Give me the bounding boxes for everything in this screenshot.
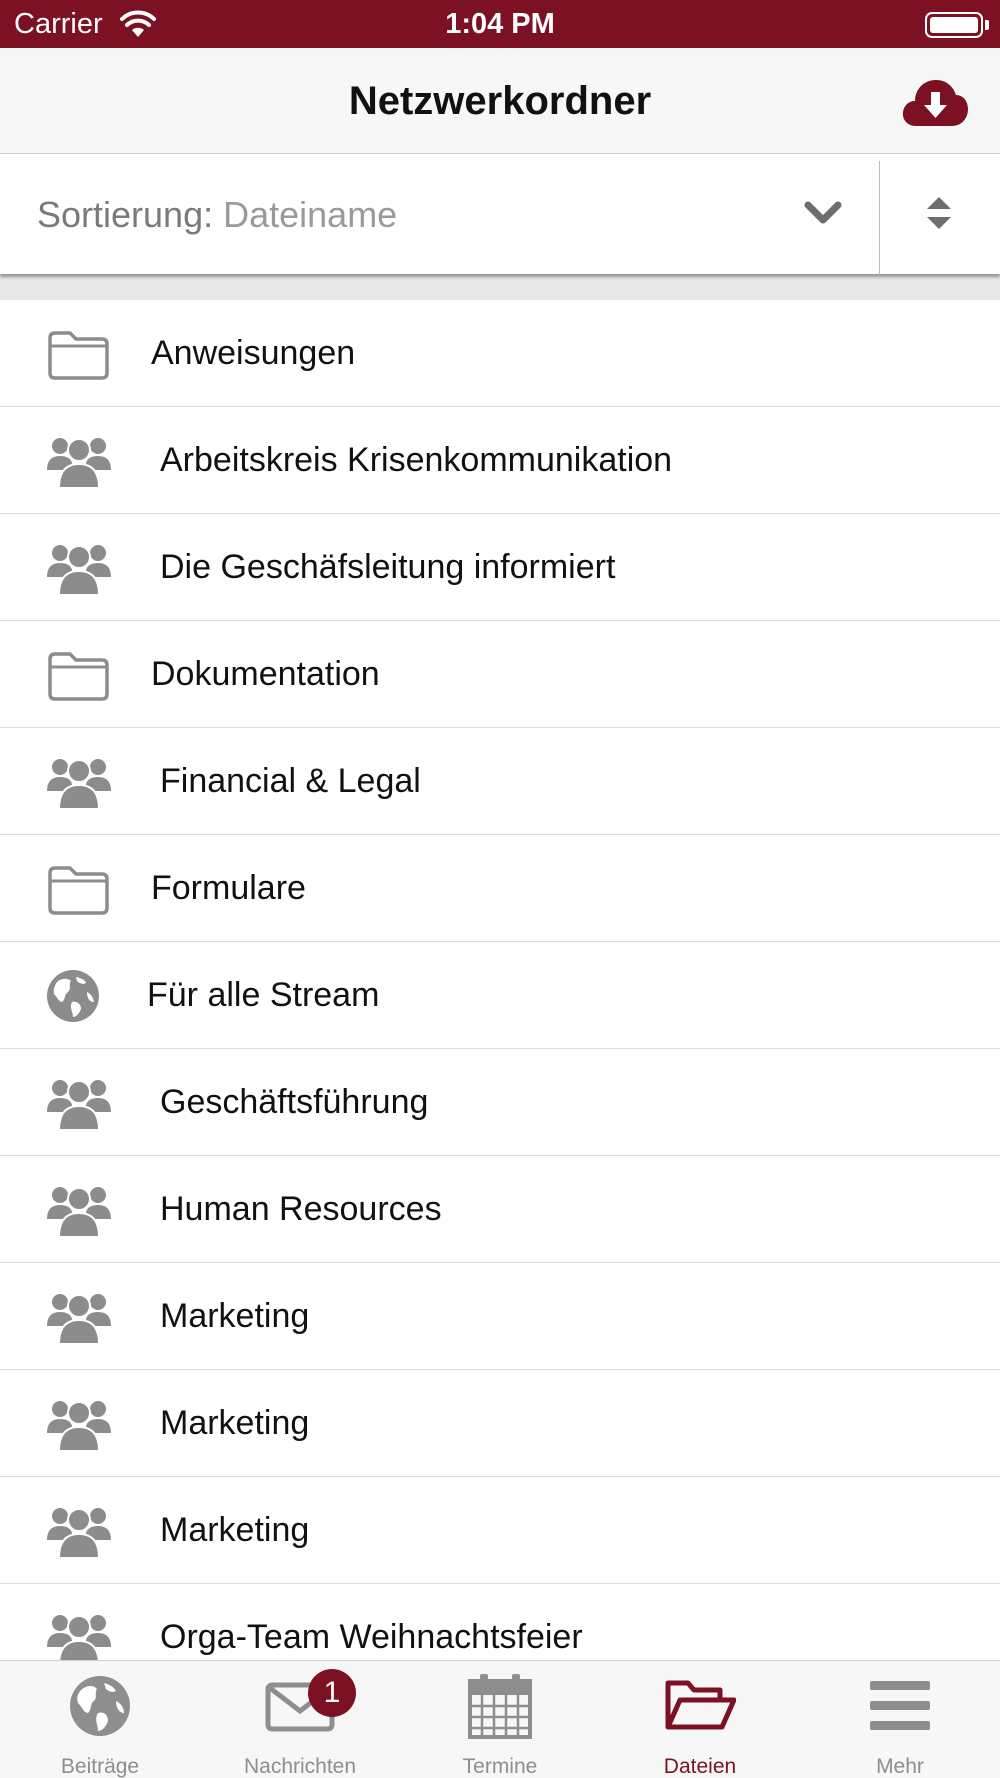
list-item-label: Dokumentation — [151, 655, 380, 693]
list-item[interactable]: Marketing — [0, 1370, 1000, 1477]
list-item[interactable]: Für alle Stream — [0, 942, 1000, 1049]
folder-icon — [46, 326, 112, 382]
list-item[interactable]: Marketing — [0, 1477, 1000, 1584]
list-item[interactable]: Geschäftsführung — [0, 1049, 1000, 1156]
list-item-label: Arbeitskreis Krisenkommunikation — [160, 441, 673, 479]
folder-open-icon — [665, 1680, 736, 1730]
sort-order-icon — [927, 197, 951, 229]
sort-value: Dateiname — [223, 194, 398, 235]
list-item[interactable]: Dokumentation — [0, 621, 1000, 728]
tab-termine[interactable]: Termine — [400, 1661, 600, 1778]
group-icon — [46, 1289, 112, 1345]
folder-icon — [46, 861, 112, 917]
group-icon — [46, 1075, 112, 1131]
cloud-download-button[interactable] — [900, 74, 970, 130]
list-item-label: Human Resources — [160, 1190, 442, 1228]
list-item[interactable]: Formulare — [0, 835, 1000, 942]
group-icon — [46, 540, 112, 596]
tab-label: Nachrichten — [243, 1755, 357, 1778]
group-icon — [46, 1610, 112, 1666]
list-header-gap — [0, 274, 1000, 300]
tab-beitraege[interactable]: Beiträge — [0, 1661, 200, 1778]
unread-badge: 1 — [308, 1669, 356, 1717]
tab-label: Termine — [462, 1755, 538, 1778]
group-icon — [46, 1182, 112, 1238]
list-item-label: Marketing — [160, 1511, 310, 1549]
battery-tip — [985, 20, 989, 30]
sort-label: Sortierung: Dateiname — [37, 155, 397, 274]
list-item-label: Geschäftsführung — [160, 1083, 429, 1121]
tab-nachrichten[interactable]: Nachrichten — [200, 1661, 400, 1778]
sort-dropdown[interactable]: Sortierung: Dateiname — [0, 155, 880, 274]
chevron-down-icon — [804, 201, 842, 224]
calendar-icon — [468, 1674, 532, 1739]
globe-icon — [70, 1676, 130, 1736]
page-title: Netzwerkordner — [348, 79, 652, 123]
folder-list: Anweisungen Arbeitskreis Krisenkommunikat… — [0, 300, 1000, 1691]
battery-icon — [925, 12, 983, 38]
list-item[interactable]: Marketing — [0, 1263, 1000, 1370]
globe-icon — [46, 968, 112, 1024]
list-item-label: Marketing — [160, 1297, 310, 1335]
folder-icon — [46, 647, 112, 703]
tab-mehr[interactable]: Mehr — [800, 1661, 1000, 1778]
list-item-label: Die Geschäfsleitung informiert — [160, 548, 616, 586]
list-item-label: Formulare — [151, 869, 306, 907]
menu-icon — [870, 1681, 930, 1730]
tab-label: Beiträge — [60, 1755, 140, 1778]
sort-order-button[interactable] — [880, 155, 1000, 274]
list-item-label: Marketing — [160, 1404, 310, 1442]
group-icon — [46, 433, 112, 489]
tab-label: Mehr — [876, 1755, 924, 1778]
list-item-label: Für alle Stream — [147, 976, 380, 1014]
list-item[interactable]: Financial & Legal — [0, 728, 1000, 835]
sort-bar: Sortierung: Dateiname — [0, 155, 1000, 275]
tab-bar: Beiträge Nachrichten 1 Termine Dateien M… — [0, 1660, 1000, 1778]
tab-dateien[interactable]: Dateien — [600, 1661, 800, 1778]
clock: 1:04 PM — [445, 8, 555, 40]
cloud-download-icon — [902, 80, 968, 126]
list-item-label: Financial & Legal — [160, 762, 421, 800]
group-icon — [46, 1396, 112, 1452]
list-item[interactable]: Die Geschäfsleitung informiert — [0, 514, 1000, 621]
list-item[interactable]: Human Resources — [0, 1156, 1000, 1263]
group-icon — [46, 1503, 112, 1559]
list-item-label: Anweisungen — [151, 334, 356, 372]
status-bar: Carrier 1:04 PM — [0, 0, 1000, 48]
group-icon — [46, 754, 112, 810]
sort-label-text: Sortierung: — [37, 194, 224, 235]
list-item[interactable]: Anweisungen — [0, 300, 1000, 407]
tab-label: Dateien — [663, 1755, 737, 1778]
list-item[interactable]: Arbeitskreis Krisenkommunikation — [0, 407, 1000, 514]
navigation-bar: Netzwerkordner — [0, 48, 1000, 154]
